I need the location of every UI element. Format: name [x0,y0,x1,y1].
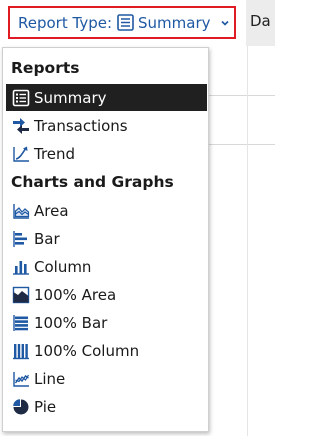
menu-item-trend[interactable]: Trend [6,140,207,167]
menu-item-label: 100% Bar [34,313,108,332]
summary-icon [11,88,31,108]
summary-icon [117,14,134,31]
section-header-charts: Charts and Graphs [11,173,174,191]
background-divider [208,95,275,96]
menu-item-label: Summary [34,88,107,107]
column-chart-icon [11,257,31,277]
bar-chart-icon [11,229,31,249]
menu-item-area[interactable]: Area [6,197,207,224]
menu-item-label: Line [34,369,66,388]
menu-item-line[interactable]: Line [6,365,207,392]
menu-item-column[interactable]: Column [6,253,207,280]
menu-item-label: Bar [34,229,60,248]
background-divider [247,46,248,436]
line-chart-icon [11,369,31,389]
menu-item-100-area[interactable]: 100% Area [6,281,207,308]
menu-item-label: Area [34,201,69,220]
report-type-dropdown[interactable]: Report Type: Summary [8,6,236,39]
next-tab-label[interactable]: Da [250,12,271,30]
menu-item-label: 100% Area [34,285,117,304]
report-type-label: Report Type: [18,13,112,32]
background-divider [208,144,275,145]
menu-item-label: Transactions [34,116,128,135]
section-header-reports: Reports [11,59,80,77]
chevron-down-icon [220,18,230,28]
menu-item-label: Pie [34,397,57,416]
trend-icon [11,144,31,164]
report-type-value: Summary [138,13,211,32]
report-page: Da Report Type: Summary Reports Summary … [0,0,275,436]
menu-item-summary[interactable]: Summary [6,84,207,111]
area-chart-icon [11,201,31,221]
menu-item-bar[interactable]: Bar [6,225,207,252]
menu-item-label: Trend [34,144,76,163]
menu-item-100-column[interactable]: 100% Column [6,337,207,364]
menu-item-transactions[interactable]: Transactions [6,112,207,139]
report-type-menu: Reports Summary Transactions Trend Chart… [2,47,209,432]
menu-item-pie[interactable]: Pie [6,393,207,420]
transactions-icon [11,116,31,136]
bar-100-chart-icon [11,313,31,333]
column-100-chart-icon [11,341,31,361]
area-100-chart-icon [11,285,31,305]
menu-item-label: 100% Column [34,341,140,360]
menu-item-label: Column [34,257,92,276]
pie-chart-icon [11,397,31,417]
menu-item-100-bar[interactable]: 100% Bar [6,309,207,336]
